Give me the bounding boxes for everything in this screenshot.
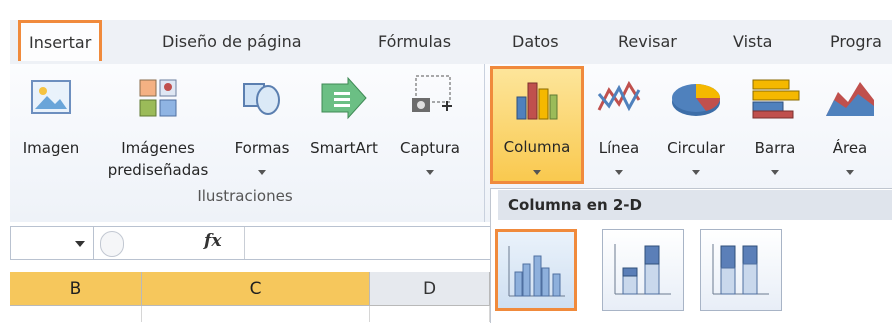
- line-chart-label: Línea: [598, 139, 640, 157]
- column-header-b[interactable]: B: [10, 272, 142, 306]
- cell[interactable]: [142, 306, 370, 322]
- clipart-button[interactable]: Imágenes prediseñadas: [92, 72, 224, 182]
- clustered-column-icon: [508, 246, 565, 297]
- screenshot-label: Captura: [400, 139, 460, 157]
- smartart-button[interactable]: SmartArt: [302, 72, 386, 182]
- bar-chart-dropdown-arrow: [771, 170, 779, 175]
- stacked-column-icon: [614, 244, 671, 295]
- shapes-label: Formas: [234, 139, 290, 157]
- cell[interactable]: [370, 306, 490, 322]
- formula-bar: fx: [94, 226, 490, 260]
- 100-stacked-column-icon: [712, 244, 769, 295]
- name-box-dropdown-arrow[interactable]: [75, 241, 85, 247]
- smartart-icon: [321, 76, 367, 120]
- group-label-ilustraciones: Ilustraciones: [197, 187, 293, 205]
- area-chart-dropdown-arrow: [846, 170, 854, 175]
- column-chart-icon: [516, 82, 558, 120]
- column-header-d[interactable]: D: [370, 272, 490, 306]
- area-chart-icon: [826, 82, 874, 116]
- clustered-column-option[interactable]: [495, 229, 577, 311]
- insert-function-button[interactable]: fx: [204, 231, 221, 251]
- bar-chart-icon: [752, 79, 800, 119]
- column-chart-dropdown-arrow: [533, 170, 541, 175]
- screenshot-button[interactable]: Captura: [390, 72, 470, 182]
- screenshot-icon: [412, 75, 452, 112]
- pie-chart-button[interactable]: Circular: [656, 72, 736, 182]
- pie-chart-label: Circular: [667, 139, 725, 157]
- pie-chart-icon: [672, 84, 721, 116]
- tab-formulas[interactable]: Fórmulas: [378, 20, 451, 64]
- group-separator: [484, 64, 485, 222]
- line-chart-dropdown-arrow: [615, 170, 623, 175]
- ribbon-tab-bar: Insertar Diseño de página Fórmulas Datos…: [10, 20, 892, 65]
- shapes-dropdown-arrow: [258, 170, 266, 175]
- tab-diseno-de-pagina[interactable]: Diseño de página: [162, 20, 302, 64]
- bar-chart-button[interactable]: Barra: [740, 72, 810, 182]
- tab-insertar[interactable]: Insertar: [18, 20, 103, 61]
- shapes-icon: [243, 83, 280, 115]
- formula-input[interactable]: [246, 227, 488, 259]
- pie-chart-dropdown-arrow: [692, 170, 700, 175]
- column-chart-label: Columna: [503, 138, 571, 156]
- screenshot-dropdown-arrow: [426, 170, 434, 175]
- smartart-label: SmartArt: [310, 139, 378, 157]
- gallery-section-title: Columna en 2-D: [498, 190, 892, 220]
- tab-datos[interactable]: Datos: [512, 20, 559, 64]
- line-chart-icon: [597, 80, 641, 112]
- tab-vista[interactable]: Vista: [733, 20, 772, 64]
- clipart-icon: [139, 79, 177, 117]
- clipart-label-line1: Imágenes: [121, 139, 195, 157]
- tab-revisar[interactable]: Revisar: [618, 20, 677, 64]
- cell[interactable]: [10, 306, 142, 322]
- area-chart-button[interactable]: Área: [814, 72, 886, 182]
- column-header-c[interactable]: C: [142, 272, 370, 306]
- formula-bar-resize-handle[interactable]: [100, 231, 124, 257]
- area-chart-label: Área: [832, 139, 868, 157]
- column-chart-button[interactable]: Columna: [490, 66, 584, 184]
- clipart-label-line2: prediseñadas: [107, 161, 209, 179]
- stacked-column-option[interactable]: [602, 229, 684, 311]
- picture-label: Imagen: [22, 139, 80, 157]
- line-chart-button[interactable]: Línea: [588, 72, 650, 182]
- bar-chart-label: Barra: [754, 139, 796, 157]
- 100-stacked-column-option[interactable]: [700, 229, 782, 311]
- shapes-button[interactable]: Formas: [226, 72, 298, 182]
- formula-bar-divider: [244, 227, 245, 259]
- tab-programador[interactable]: Progra: [830, 20, 882, 64]
- picture-icon: [31, 80, 71, 114]
- picture-button[interactable]: Imagen: [14, 72, 88, 182]
- name-box[interactable]: [10, 226, 94, 260]
